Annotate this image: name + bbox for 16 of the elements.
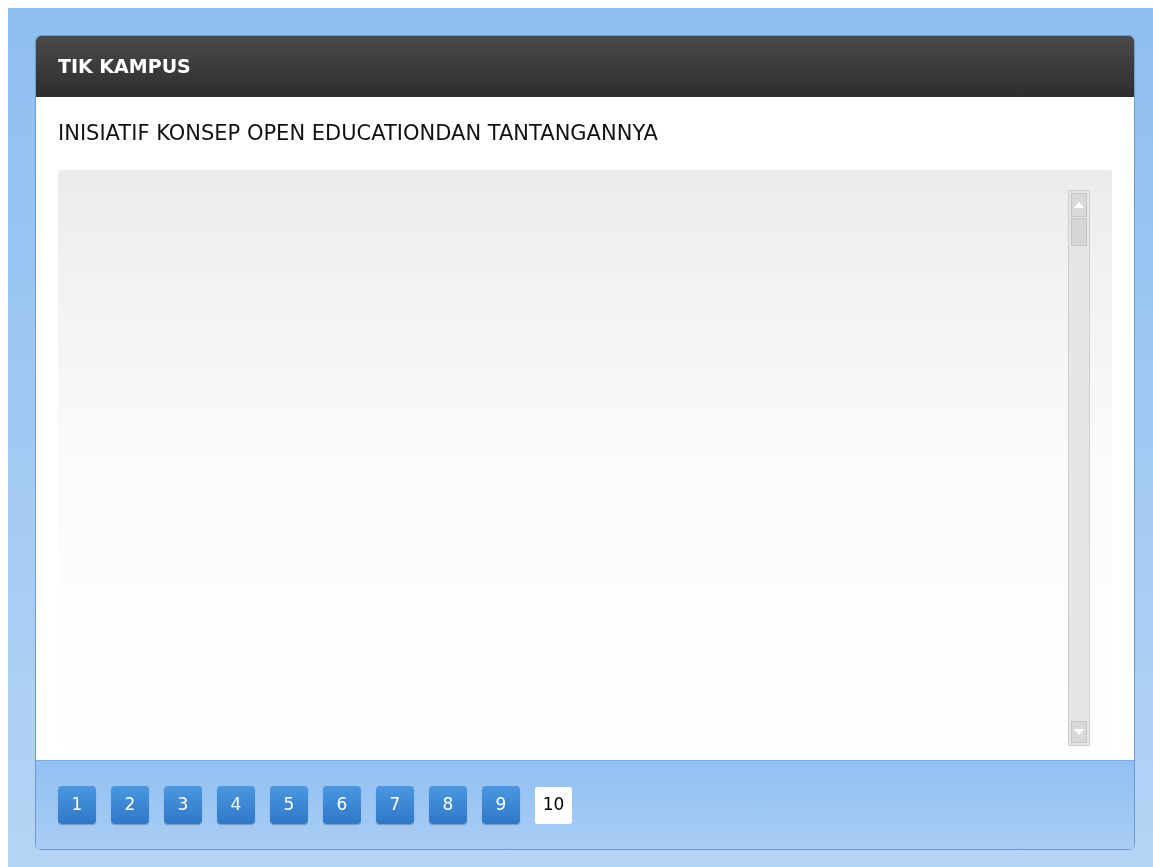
page-button[interactable]: 2: [111, 786, 149, 825]
page-button[interactable]: 6: [323, 786, 361, 825]
scroll-up-icon[interactable]: [1071, 193, 1087, 218]
page-button[interactable]: 1: [58, 786, 96, 825]
page-button[interactable]: 4: [217, 786, 255, 825]
scroll-down-icon[interactable]: [1071, 721, 1087, 744]
page-button[interactable]: 7: [376, 786, 414, 825]
page-button[interactable]: 8: [429, 786, 467, 825]
header-title: TIK KAMPUS: [58, 54, 191, 80]
page-button[interactable]: 9: [482, 786, 520, 825]
content-title: INISIATIF KONSEP OPEN EDUCATIONDAN TANTANGANNYA: [58, 119, 658, 147]
scrollbar[interactable]: [1068, 190, 1090, 747]
page-button[interactable]: 5: [270, 786, 308, 825]
scroll-thumb[interactable]: [1071, 218, 1087, 247]
page-button[interactable]: 10: [535, 786, 572, 824]
page-button[interactable]: 3: [164, 786, 202, 825]
